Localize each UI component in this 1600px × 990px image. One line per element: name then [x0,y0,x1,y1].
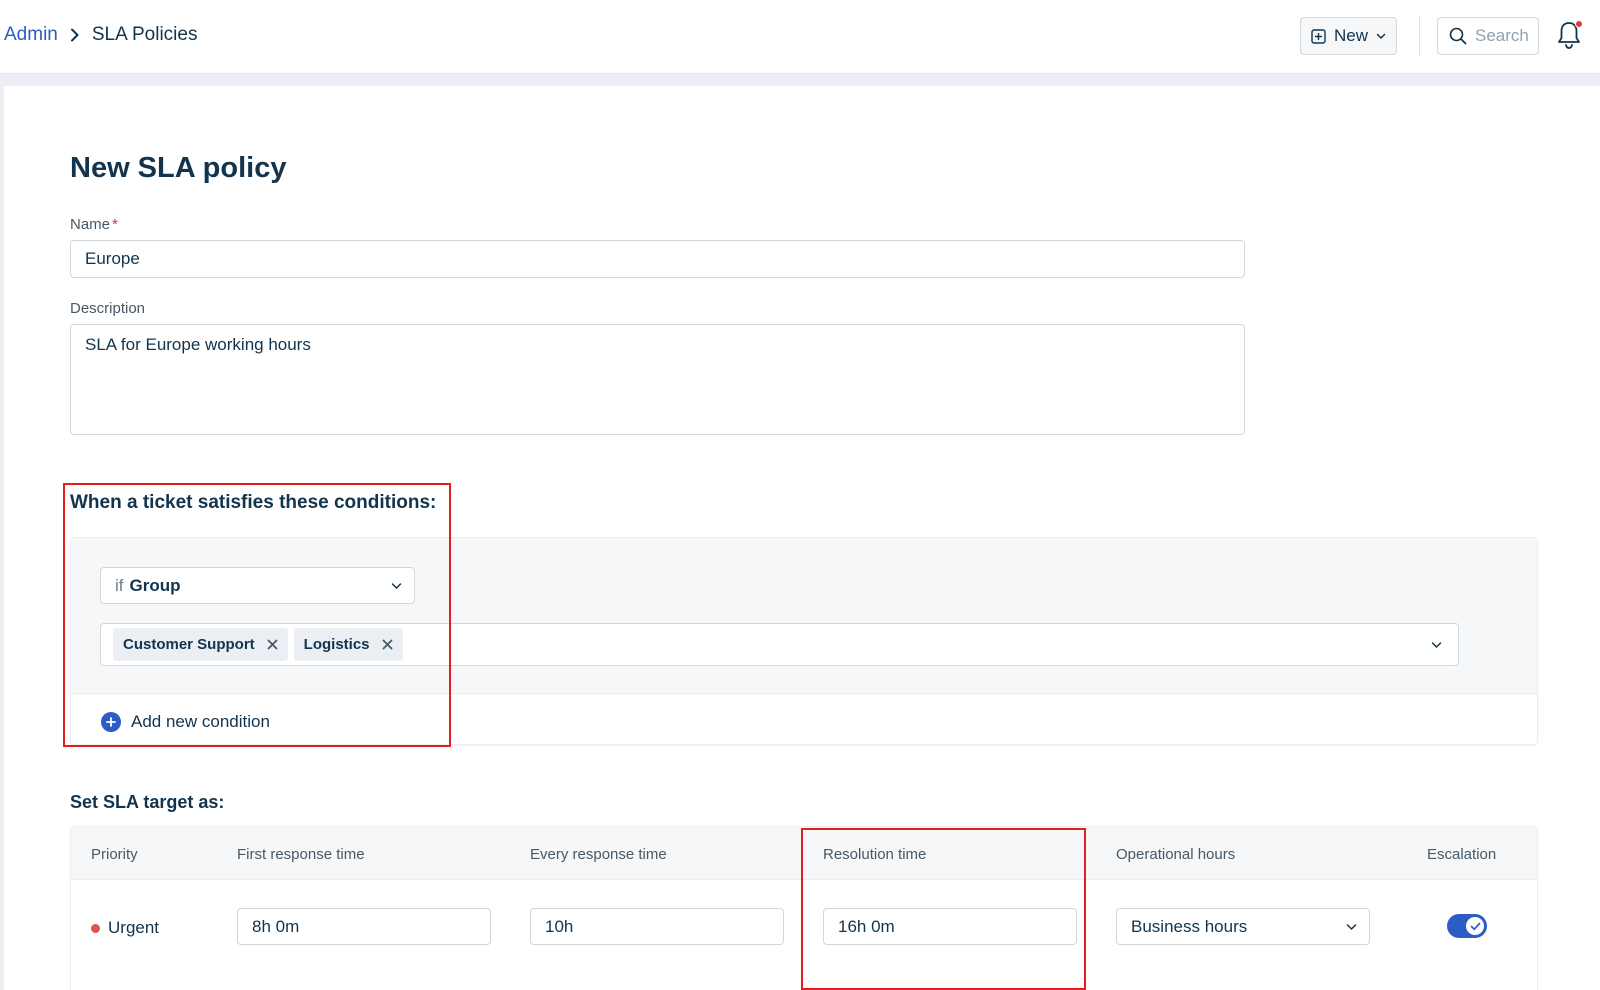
header-divider [1419,16,1420,56]
page-title: New SLA policy [70,152,287,184]
column-header-escalation: Escalation [1427,846,1497,863]
name-field[interactable]: Europe [70,240,1245,278]
resolution-time-input[interactable]: 16h 0m [823,908,1077,945]
new-button-label: New [1333,26,1368,45]
add-condition-button[interactable]: Add new condition [101,712,270,732]
description-label: Description [70,300,146,317]
chevron-right-icon [70,28,80,42]
tag-label: Customer Support [123,636,255,653]
notifications-bell-icon[interactable] [1556,20,1584,52]
operational-hours-value: Business hours [1131,916,1248,936]
conditions-heading: When a ticket satisfies these conditions… [70,492,437,513]
remove-tag-icon[interactable] [267,639,278,650]
description-field[interactable]: SLA for Europe working hours [70,324,1245,435]
column-header-first-response: First response time [237,846,365,863]
condition-field-select[interactable]: if Group [100,567,415,604]
breadcrumb: Admin SLA Policies [4,24,197,46]
escalation-toggle[interactable] [1447,914,1487,938]
condition-values-multiselect[interactable]: Customer Support Logistics [100,623,1459,666]
every-response-input[interactable]: 10h [530,908,784,945]
tag-customer-support: Customer Support [113,628,288,661]
breadcrumb-current: SLA Policies [91,24,198,45]
required-asterisk: * [112,216,118,233]
chevron-down-icon [391,582,402,589]
plus-square-icon [1311,28,1326,44]
check-icon [1466,917,1484,935]
condition-row: if Group Customer Support Logistics [71,538,1537,694]
search-icon [1449,27,1467,45]
plus-circle-icon [101,712,121,732]
sla-targets-table: Priority First response time Every respo… [70,826,1538,990]
notification-badge [1575,20,1583,28]
new-button[interactable]: New [1300,17,1397,55]
add-condition-label: Add new condition [131,712,270,731]
name-label: Name * [70,216,118,233]
tag-label: Logistics [303,636,370,653]
breadcrumb-admin-link[interactable]: Admin [4,24,58,46]
remove-tag-icon[interactable] [382,639,393,650]
sla-targets-heading: Set SLA target as: [70,792,225,812]
main-content: New SLA policy Name * Europe Description … [4,86,1600,990]
top-header: Admin SLA Policies New Search [0,0,1600,74]
condition-field-value: Group [129,575,181,595]
name-label-text: Name [70,216,111,233]
column-header-operational-hours: Operational hours [1116,846,1236,863]
chevron-down-icon [1346,923,1357,930]
chevron-down-icon [1431,641,1442,648]
column-header-resolution: Resolution time [823,846,927,863]
conditions-box: if Group Customer Support Logistics Add … [70,537,1538,745]
table-header: Priority First response time Every respo… [71,827,1537,880]
column-header-priority: Priority [91,846,138,863]
condition-if-prefix: if [115,575,124,595]
operational-hours-select[interactable]: Business hours [1116,908,1370,945]
priority-label: Urgent [108,918,160,937]
search-placeholder: Search [1475,26,1529,45]
search-button[interactable]: Search [1437,17,1539,55]
priority-dot [91,923,100,933]
column-header-every-response: Every response time [530,846,667,863]
first-response-input[interactable]: 8h 0m [237,908,491,945]
selected-tags: Customer Support Logistics [101,628,403,661]
tag-logistics: Logistics [293,628,403,661]
priority-cell: Urgent [91,918,159,938]
chevron-down-icon [1376,33,1386,40]
